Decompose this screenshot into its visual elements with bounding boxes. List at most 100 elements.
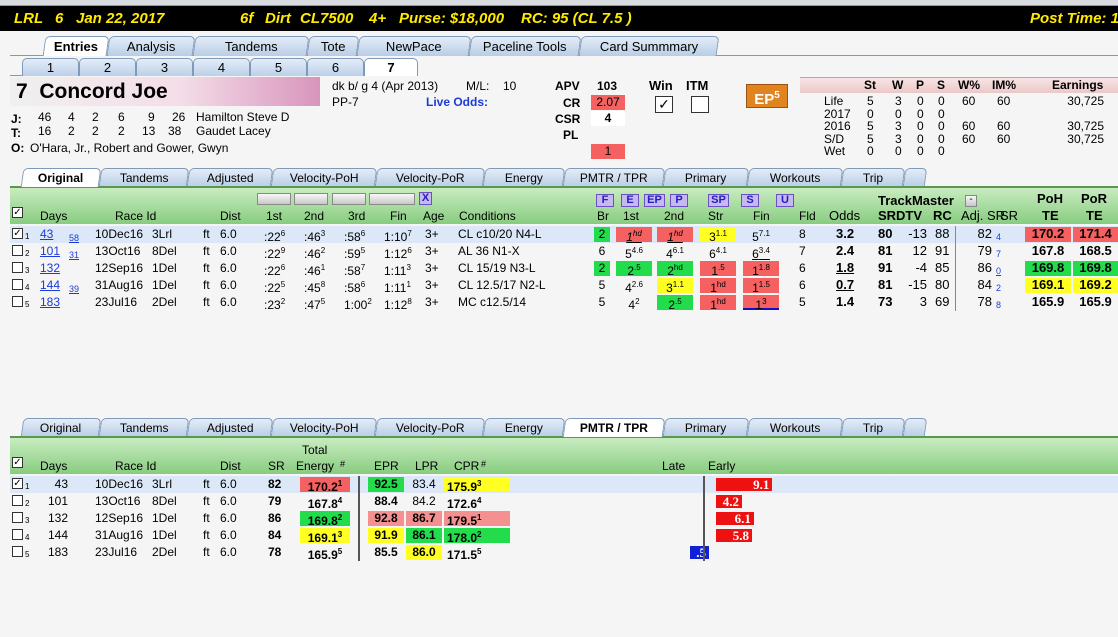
row-checkbox[interactable]: [12, 546, 23, 557]
clear-button[interactable]: X: [419, 192, 432, 205]
trainer-name[interactable]: Gaudet Lacey: [196, 124, 271, 138]
subtab-workouts[interactable]: Workouts: [746, 418, 844, 437]
col-toggle-button[interactable]: [294, 193, 328, 205]
days-since: 144: [47, 528, 68, 542]
cpr-main: 175.9: [447, 480, 478, 494]
row-checkbox[interactable]: ✓: [12, 228, 23, 239]
subtab-spacer: [902, 418, 928, 437]
subtab-velocity-poh[interactable]: Velocity-PoH: [270, 418, 378, 437]
call-3-time-main: :58: [344, 230, 361, 244]
subtab-pmtr-tpr[interactable]: PMTR / TPR: [562, 168, 666, 187]
table-row[interactable]: 5 183 23Jul16 2Del ft 6.0 78 165.95 85.5 86.0 171.…: [10, 544, 1118, 562]
horse-tab-2[interactable]: 2: [79, 58, 136, 76]
call-3-time-sup: 5: [360, 246, 366, 255]
table-row[interactable]: 5 183 23Jul16 2Del ft 6.0:232:475 1:002 1:128 3+…: [10, 294, 1118, 312]
table-row[interactable]: 4 144 39 31Aug16 1Del ft 6.0:225:458:586 1:111 3…: [10, 277, 1118, 295]
records-col-st: St: [864, 78, 876, 92]
subtab-trip[interactable]: Trip: [840, 168, 906, 187]
row-checkbox[interactable]: [12, 245, 23, 256]
days-since[interactable]: 144: [40, 278, 60, 292]
table-row[interactable]: 2 101 31 13Oct16 8Del ft 6.0:229:462:595 1:126 3…: [10, 243, 1118, 261]
days-since[interactable]: 43: [40, 227, 53, 241]
win-checkbox[interactable]: ✓: [655, 96, 673, 113]
horse-tab-3[interactable]: 3: [136, 58, 193, 76]
table-row[interactable]: ✓ 1 43 58 10Dec16 3Lrl ft 6.0:226:463:586 1:107 3…: [10, 226, 1118, 244]
filter-p-button[interactable]: P: [670, 194, 688, 207]
row-checkbox[interactable]: [12, 296, 23, 307]
race-class: 69: [935, 294, 950, 309]
final-time-main: 1:12: [384, 247, 408, 261]
horse-tab-7[interactable]: 7: [364, 58, 418, 76]
days-since[interactable]: 132: [40, 261, 60, 275]
filter-f-button[interactable]: F: [596, 194, 614, 207]
tab-tote[interactable]: Tote: [306, 36, 360, 56]
filter-sp-button[interactable]: SP: [708, 194, 729, 207]
itm-checkbox[interactable]: [691, 96, 709, 113]
table-row[interactable]: 2 101 13Oct16 8Del ft 6.0 79 167.84 88.4 84.2 172.…: [10, 493, 1118, 511]
subtab-primary[interactable]: Primary: [662, 418, 750, 437]
tab-newpace[interactable]: NewPace: [356, 36, 472, 56]
table-row[interactable]: 4 144 31Aug16 1Del ft 6.0 84 169.13 91.9 86.1 178.…: [10, 527, 1118, 545]
subtab-tandems[interactable]: Tandems: [98, 418, 190, 437]
jockey-name[interactable]: Hamilton Steve D: [196, 110, 289, 124]
col-toggle-button[interactable]: [332, 193, 366, 205]
finish-position-sup: 1.8: [758, 263, 770, 272]
table-row[interactable]: 3 132 12Sep16 1Del ft 6.0 86 169.82 92.8 86.7 179.…: [10, 510, 1118, 528]
select-all-checkbox-2[interactable]: ✓: [12, 457, 23, 468]
subtab-adjusted[interactable]: Adjusted: [186, 418, 274, 437]
subtab-velocity-por[interactable]: Velocity-PoR: [374, 168, 486, 187]
select-all-checkbox[interactable]: ✓: [12, 207, 23, 218]
trainer-stat: 2: [68, 124, 75, 138]
col-field: Fld: [799, 209, 816, 223]
filter-e-button[interactable]: E: [621, 194, 639, 207]
row-checkbox[interactable]: [12, 512, 23, 523]
final-time-sup: 3: [406, 263, 411, 272]
subtab-velocity-por[interactable]: Velocity-PoR: [374, 418, 486, 437]
subtab-energy[interactable]: Energy: [482, 168, 566, 187]
subtab-pmtr-tpr[interactable]: PMTR / TPR: [562, 418, 666, 437]
row-checkbox[interactable]: [12, 495, 23, 506]
odds: 1.4: [836, 294, 855, 309]
subtab-original[interactable]: Original: [20, 418, 102, 437]
tab-entries[interactable]: Entries: [42, 36, 110, 56]
subtab-velocity-poh[interactable]: Velocity-PoH: [270, 168, 378, 187]
age-restriction: 3+: [425, 261, 439, 275]
distance: 6.0: [220, 227, 237, 241]
row-checkbox[interactable]: [12, 529, 23, 540]
ep-number: 5: [774, 90, 780, 101]
trackmaster-collapse-button[interactable]: -: [965, 195, 977, 207]
horse-tab-1[interactable]: 1: [22, 58, 79, 76]
col-toggle-button[interactable]: [369, 193, 415, 205]
subtab-adjusted[interactable]: Adjusted: [186, 168, 274, 187]
row-checkbox[interactable]: [12, 279, 23, 290]
col-toggle-button[interactable]: [257, 193, 291, 205]
subtab-energy[interactable]: Energy: [482, 418, 566, 437]
row-checkbox[interactable]: [12, 262, 23, 273]
row-checkbox[interactable]: ✓: [12, 478, 23, 489]
subtab-primary[interactable]: Primary: [662, 168, 750, 187]
filter-u-button[interactable]: U: [776, 194, 794, 207]
table-row[interactable]: 3 132 12Sep16 1Del ft 6.0:226:461:587 1:113 3+ C…: [10, 260, 1118, 278]
horse-tab-6[interactable]: 6: [307, 58, 364, 76]
stretch-position-sup: hd: [716, 297, 726, 306]
subtab-workouts[interactable]: Workouts: [746, 168, 844, 187]
age-restriction: 3+: [425, 244, 439, 258]
trackmaster-label: TrackMaster: [878, 193, 954, 208]
subtab-tandems[interactable]: Tandems: [98, 168, 190, 187]
tab-analysis[interactable]: Analysis: [106, 36, 196, 56]
subtab-trip[interactable]: Trip: [840, 418, 906, 437]
days-since[interactable]: 101: [40, 244, 60, 258]
tab-tandems[interactable]: Tandems: [192, 36, 310, 56]
horse-tab-5[interactable]: 5: [250, 58, 307, 76]
finish-position-main: 6: [752, 247, 759, 261]
horse-tab-4[interactable]: 4: [193, 58, 250, 76]
days-since[interactable]: 183: [40, 295, 60, 309]
filter-ep-button[interactable]: EP: [644, 194, 665, 207]
filter-s-button[interactable]: S: [741, 194, 759, 207]
table-row[interactable]: ✓ 1 43 10Dec16 3Lrl ft 6.0 82 170.21 92.5 83.4 175.…: [10, 476, 1118, 494]
por-te: 169.8: [1073, 261, 1118, 276]
jockey-stat: 4: [68, 110, 75, 124]
tab-card-summary[interactable]: Card Summmary: [578, 36, 720, 56]
tab-paceline-tools[interactable]: Paceline Tools: [468, 36, 582, 56]
subtab-original[interactable]: Original: [20, 168, 102, 187]
